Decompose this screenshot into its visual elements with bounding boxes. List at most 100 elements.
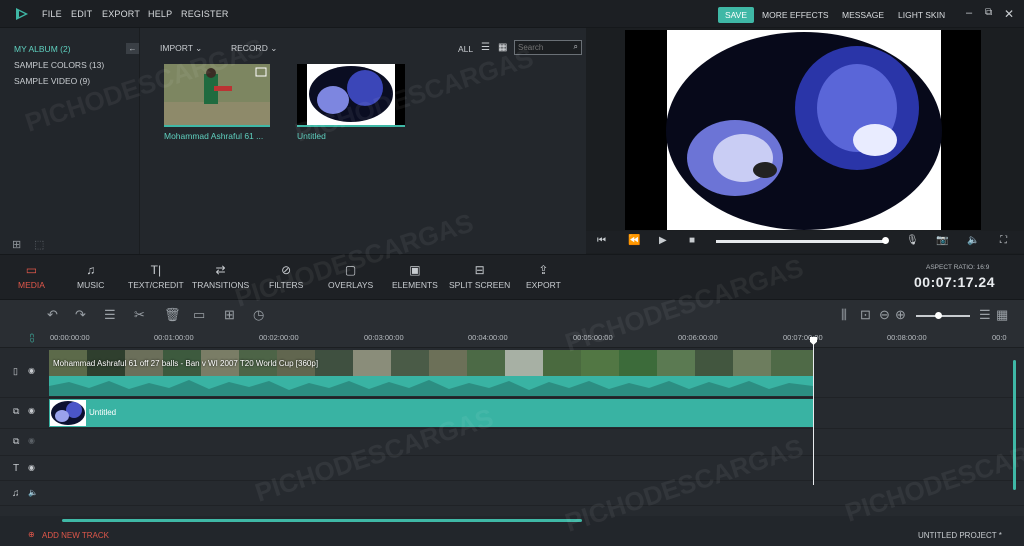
redo-icon[interactable]: ↷: [75, 307, 86, 323]
import-label: IMPORT: [160, 43, 193, 53]
eye-icon[interactable]: ◉: [28, 366, 35, 375]
delete-icon[interactable]: 🗑: [164, 307, 181, 323]
crop-icon[interactable]: ▭: [193, 307, 205, 323]
fit-icon[interactable]: ⊡: [860, 307, 871, 323]
image-icon: ▣: [409, 263, 421, 277]
snapshot-icon[interactable]: ⊞: [224, 307, 235, 323]
menu-help[interactable]: HELP: [148, 9, 172, 19]
preview-progress[interactable]: [716, 240, 886, 243]
ruler-tick: 00:02:00:00: [259, 333, 299, 342]
split-screen-icon: ⊟: [474, 263, 485, 277]
waveform-graphic: [49, 380, 813, 396]
tool-label: TEXT/CREDIT: [128, 280, 184, 290]
video-clip[interactable]: Mohammad Ashraful 61 off 27 balls - Ban …: [49, 350, 813, 377]
add-folder-icon[interactable]: ⊞: [12, 238, 21, 251]
microphone-icon[interactable]: 🎙: [906, 235, 919, 246]
audio-waveform[interactable]: [49, 376, 813, 396]
ruler-tick: 00:0: [992, 333, 1007, 342]
chevron-down-icon: ⌄: [270, 43, 278, 53]
restore-icon[interactable]: ⧉: [985, 7, 992, 18]
ruler-tick: 00:04:00:00: [468, 333, 508, 342]
ruler-tick: 00:01:00:00: [154, 333, 194, 342]
more-effects-link[interactable]: MORE EFFECTS: [762, 10, 829, 20]
tool-export[interactable]: ⇪ EXPORT: [526, 263, 561, 290]
add-new-track-button[interactable]: ADD NEW TRACK: [42, 531, 109, 540]
fullscreen-icon[interactable]: ⛶: [1000, 235, 1007, 246]
tool-media[interactable]: ▭ MEDIA: [18, 263, 45, 290]
music-track-icon: ♫: [12, 488, 20, 499]
minimize-icon[interactable]: –: [966, 7, 972, 19]
duration-icon[interactable]: ◷: [253, 307, 264, 323]
ruler-tick: 00:08:00:00: [887, 333, 927, 342]
music-icon: ♫: [86, 263, 96, 277]
folder-icon: ▭: [25, 263, 38, 277]
save-button[interactable]: SAVE: [718, 7, 754, 23]
ruler-tick: 00:00:00:00: [50, 333, 90, 342]
pip-track-2: [0, 429, 1024, 456]
tool-elements[interactable]: ▣ ELEMENTS: [392, 263, 438, 290]
close-icon[interactable]: ✕: [1004, 7, 1014, 21]
tool-music[interactable]: ♫ MUSIC: [77, 263, 104, 290]
move-folder-icon[interactable]: ⬚: [34, 238, 44, 251]
volume-icon[interactable]: 🔈: [967, 235, 979, 246]
zoom-out-icon[interactable]: ⊖: [879, 307, 890, 323]
light-skin-link[interactable]: LIGHT SKIN: [898, 10, 945, 20]
skip-back-icon[interactable]: ⏮: [597, 235, 606, 246]
adjust-icon[interactable]: ☰: [104, 307, 116, 323]
ruler-tick: 00:06:00:00: [678, 333, 718, 342]
step-back-icon[interactable]: ⏪: [628, 235, 640, 246]
tool-label: SPLIT SCREEN: [449, 280, 511, 290]
library-item-sample-colors[interactable]: SAMPLE COLORS (13): [14, 60, 104, 70]
list-view-icon[interactable]: ☰: [481, 42, 490, 53]
eye-icon[interactable]: ◉: [28, 406, 35, 415]
playhead[interactable]: [813, 340, 814, 485]
filter-all[interactable]: ALL: [458, 44, 473, 54]
text-icon: T|: [150, 263, 162, 277]
pip-track-icon: ⧉: [13, 406, 20, 416]
camera-icon[interactable]: 📷: [936, 235, 948, 246]
zoom-slider[interactable]: [916, 315, 970, 317]
tool-label: ELEMENTS: [392, 280, 438, 290]
cut-icon[interactable]: ✂: [134, 307, 145, 323]
ruler-settings-icon[interactable]: ⩉: [30, 333, 34, 344]
project-name: UNTITLED PROJECT *: [918, 531, 1002, 540]
eye-icon[interactable]: ◉: [28, 463, 35, 472]
menu-edit[interactable]: EDIT: [71, 9, 92, 19]
horizontal-scrollbar[interactable]: [62, 519, 582, 522]
zoom-slider-handle[interactable]: [935, 312, 942, 319]
tool-label: MEDIA: [18, 280, 45, 290]
add-track-icon[interactable]: ⊕: [28, 530, 35, 539]
tool-split-screen[interactable]: ⊟ SPLIT SCREEN: [449, 263, 510, 290]
zoom-in-icon[interactable]: ⊕: [895, 307, 906, 323]
menu-file[interactable]: FILE: [42, 9, 62, 19]
undo-icon[interactable]: ↶: [47, 307, 58, 323]
preview-screen: [625, 30, 981, 230]
menu-export[interactable]: EXPORT: [102, 9, 140, 19]
tool-label: MUSIC: [77, 280, 105, 290]
list-icon[interactable]: ☰: [979, 307, 991, 323]
search-icon: ⌕: [573, 42, 578, 51]
filmora-logo-icon: [16, 8, 28, 20]
pip-clip-label: Untitled: [89, 408, 117, 417]
export-icon: ⇪: [538, 263, 549, 277]
collapse-arrow-icon[interactable]: ←: [126, 43, 139, 54]
grid-icon[interactable]: ▦: [996, 307, 1008, 323]
transition-icon: ⇄: [215, 263, 226, 277]
stop-icon[interactable]: ■: [689, 235, 695, 246]
eye-icon[interactable]: ◉: [28, 436, 35, 445]
menu-register[interactable]: REGISTER: [181, 9, 229, 19]
timecode-display: 00:07:17.24: [914, 274, 996, 290]
text-track: [0, 456, 1024, 481]
preview-progress-handle[interactable]: [882, 237, 889, 244]
video-clip-label: Mohammad Ashraful 61 off 27 balls - Ban …: [53, 359, 319, 368]
audio-mix-icon[interactable]: ⫼: [841, 307, 847, 323]
lion-preview-image: [666, 30, 942, 230]
ruler-tick: 00:03:00:00: [364, 333, 404, 342]
library-item-my-album[interactable]: MY ALBUM (2): [14, 44, 71, 54]
tool-text-credit[interactable]: T| TEXT/CREDIT: [128, 263, 184, 290]
speaker-icon[interactable]: 🔈: [28, 488, 38, 497]
message-link[interactable]: MESSAGE: [842, 10, 884, 20]
library-item-sample-video[interactable]: SAMPLE VIDEO (9): [14, 76, 90, 86]
play-icon[interactable]: ▶: [659, 235, 667, 246]
text-track-icon: T: [13, 463, 20, 474]
